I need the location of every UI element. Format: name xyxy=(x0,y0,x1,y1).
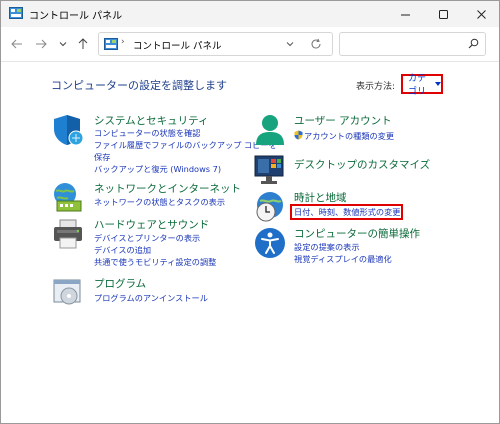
caret-down-icon xyxy=(435,82,441,86)
programs-icon xyxy=(53,279,81,305)
minimize-icon xyxy=(400,14,410,15)
arrow-up-icon xyxy=(78,38,88,49)
recent-locations-button[interactable] xyxy=(54,35,72,53)
link-change-account-type[interactable]: アカウントの種類の変更 xyxy=(304,130,394,142)
link-check-computer-status[interactable]: コンピューターの状態を確認 xyxy=(94,127,200,139)
window-title: コントロール パネル xyxy=(29,11,123,22)
category-title-programs[interactable]: プログラム xyxy=(94,276,146,291)
page-title: コンピューターの設定を調整します xyxy=(51,79,227,92)
address-bar[interactable]: › コントロール パネル xyxy=(98,32,333,56)
arrow-right-icon xyxy=(36,39,47,49)
back-button[interactable] xyxy=(8,35,26,53)
category-title-personalization[interactable]: デスクトップのカスタマイズ xyxy=(294,157,430,172)
desktop-personalize-icon xyxy=(254,155,284,184)
category-title-system-security[interactable]: システムとセキュリティ xyxy=(94,113,209,128)
view-by-dropdown[interactable]: カテゴリ xyxy=(401,74,443,97)
link-devices-printers[interactable]: デバイスとプリンターの表示 xyxy=(94,232,200,244)
link-file-history-backup[interactable]: ファイル履歴でファイルのバックアップ コピーを xyxy=(94,139,277,151)
link-backup-restore[interactable]: バックアップと復元 (Windows 7) xyxy=(94,163,221,175)
breadcrumb-separator: › xyxy=(121,37,125,47)
accessibility-icon xyxy=(255,228,285,258)
link-mobility-settings[interactable]: 共通で使うモビリティ設定の調整 xyxy=(94,256,216,268)
category-title-network-internet[interactable]: ネットワークとインターネット xyxy=(94,181,241,196)
link-network-status-tasks[interactable]: ネットワークの状態とタスクの表示 xyxy=(94,196,225,208)
arrow-left-icon xyxy=(11,39,22,49)
close-icon xyxy=(476,9,486,19)
search-box[interactable] xyxy=(339,32,486,56)
maximize-button[interactable] xyxy=(424,1,462,27)
navigation-bar: › コントロール パネル xyxy=(1,27,499,62)
category-title-hardware-sound[interactable]: ハードウェアとサウンド xyxy=(94,217,209,232)
clock-globe-icon xyxy=(256,192,283,222)
search-input[interactable] xyxy=(344,36,464,50)
refresh-icon[interactable] xyxy=(310,38,322,50)
breadcrumb-control-panel[interactable]: コントロール パネル xyxy=(133,38,222,52)
title-bar: コントロール パネル xyxy=(1,1,499,27)
chevron-down-icon xyxy=(59,42,67,47)
security-shield-icon xyxy=(54,115,84,146)
close-button[interactable] xyxy=(462,1,500,27)
network-globe-icon xyxy=(54,183,82,212)
uac-shield-icon xyxy=(294,130,303,140)
control-panel-icon xyxy=(9,7,23,19)
link-file-history-backup-save[interactable]: 保存 xyxy=(94,151,110,163)
view-by-label: 表示方法: xyxy=(356,82,396,92)
up-button[interactable] xyxy=(74,35,92,53)
category-title-ease-of-access[interactable]: コンピューターの簡単操作 xyxy=(294,226,420,241)
link-optimize-display[interactable]: 視覚ディスプレイの最適化 xyxy=(294,253,392,265)
control-panel-icon xyxy=(104,38,118,50)
search-icon[interactable] xyxy=(468,38,479,49)
category-title-clock-region[interactable]: 時計と地域 xyxy=(294,190,347,205)
printer-icon xyxy=(54,219,82,249)
view-by-value: カテゴリ xyxy=(408,74,427,97)
control-panel-window: コントロール パネル › コントロール パネル コンピューターの設定を調整します… xyxy=(0,0,500,424)
chevron-down-icon[interactable] xyxy=(284,38,296,50)
link-uninstall-program[interactable]: プログラムのアンインストール xyxy=(94,292,208,304)
minimize-button[interactable] xyxy=(386,1,424,27)
forward-button[interactable] xyxy=(32,35,50,53)
link-suggested-settings[interactable]: 設定の提案の表示 xyxy=(294,241,360,253)
link-add-device[interactable]: デバイスの追加 xyxy=(94,244,151,256)
user-avatar-icon xyxy=(256,115,284,145)
maximize-icon xyxy=(438,9,448,19)
category-title-user-accounts[interactable]: ユーザー アカウント xyxy=(294,113,392,128)
highlight-date-time-link xyxy=(290,204,403,220)
